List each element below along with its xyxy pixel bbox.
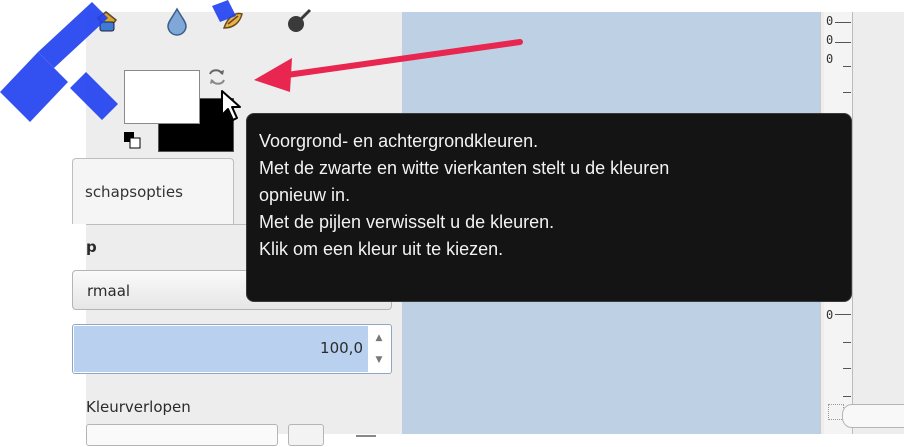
- spin-down-icon[interactable]: ▼: [371, 351, 387, 369]
- ink-drop-icon[interactable]: [162, 6, 192, 36]
- arrow-head: [254, 58, 292, 92]
- tooltip-line: Met de pijlen verwisselt u de kleuren.: [259, 212, 555, 232]
- watermark-shape: [0, 52, 68, 122]
- annotation-arrow-icon: [254, 39, 523, 92]
- tooltip-line: Voorgrond- en achtergrondkleuren.: [259, 131, 539, 151]
- opacity-value: 100,0: [320, 339, 363, 357]
- tooltip: Voorgrond- en achtergrondkleuren. Met de…: [246, 113, 852, 302]
- gradient-label: Kleurverlopen: [86, 398, 191, 416]
- gradient-button[interactable]: [288, 424, 324, 446]
- tooltip-line: Met de zwarte en witte vierkanten stelt …: [259, 158, 670, 178]
- mode-label: p: [86, 238, 97, 256]
- ruler-label: 0: [826, 33, 834, 47]
- ruler-tick: [835, 42, 851, 43]
- spin-up-icon[interactable]: ▲: [371, 329, 387, 347]
- ruler-tick: [843, 92, 851, 93]
- gradient-reverse-icon[interactable]: [352, 428, 380, 442]
- tooltip-line: opnieuw in.: [259, 185, 351, 205]
- ruler-label: 0: [826, 308, 834, 322]
- tab-tool-options[interactable]: schapsopties: [72, 158, 234, 224]
- reset-colors-icon[interactable]: [120, 128, 146, 154]
- ruler-tick: [843, 66, 851, 67]
- ruler-tick: [843, 368, 851, 369]
- ruler-label: 0: [826, 52, 834, 66]
- ruler-scrollbar[interactable]: [842, 404, 904, 428]
- swap-colors-icon[interactable]: [206, 66, 228, 88]
- ruler-tick: [843, 396, 851, 397]
- foreground-color-swatch[interactable]: [124, 70, 200, 124]
- paint-bucket-icon[interactable]: [92, 6, 122, 36]
- ruler-tick: [835, 314, 851, 315]
- mouse-pointer-icon: [219, 89, 245, 123]
- tooltip-line: Klik om een kleur uit te kiezen.: [259, 239, 504, 259]
- ruler-label: 0: [826, 14, 834, 28]
- opacity-spinner[interactable]: 100,0 ▲ ▼: [72, 324, 392, 374]
- ruler-tick: [843, 342, 851, 343]
- gradient-preview[interactable]: [86, 424, 278, 446]
- ruler-tick: [835, 22, 851, 23]
